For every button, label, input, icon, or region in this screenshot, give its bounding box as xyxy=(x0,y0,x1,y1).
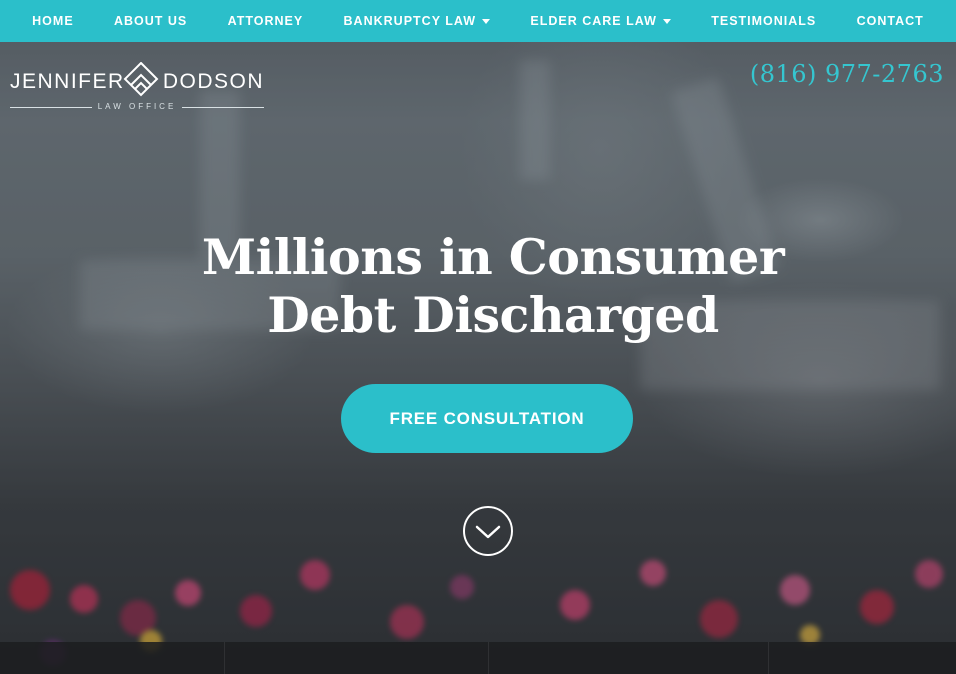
nav-item-label: TESTIMONIALS xyxy=(711,14,817,28)
main-nav: HOME ABOUT US ATTORNEY BANKRUPTCY LAW EL… xyxy=(0,0,956,42)
nav-item-about-us[interactable]: ABOUT US xyxy=(114,14,187,28)
hero-headline-line-2: Debt Discharged xyxy=(267,286,719,344)
nav-item-label: ELDER CARE LAW xyxy=(530,14,657,28)
diamond-logo-icon xyxy=(123,62,159,97)
nav-item-testimonials[interactable]: TESTIMONIALS xyxy=(711,14,816,28)
nav-item-home[interactable]: HOME xyxy=(32,14,74,28)
strip-divider xyxy=(768,642,769,674)
phone-number-link[interactable]: (816) 977-2763 xyxy=(750,60,944,88)
scroll-down-button[interactable] xyxy=(463,506,513,556)
logo-name-left: JENNIFER xyxy=(10,70,125,93)
nav-item-label: ABOUT US xyxy=(113,14,188,28)
nav-item-label: CONTACT xyxy=(856,14,924,28)
caret-down-icon xyxy=(662,18,671,24)
nav-item-attorney[interactable]: ATTORNEY xyxy=(228,14,304,28)
logo-name-right: DODSON xyxy=(162,70,264,93)
nav-item-bankruptcy-law[interactable]: BANKRUPTCY LAW xyxy=(344,14,491,28)
nav-item-contact[interactable]: CONTACT xyxy=(857,14,924,28)
logo-subtitle: LAW OFFICE xyxy=(97,102,177,111)
nav-item-label: BANKRUPTCY LAW xyxy=(343,14,477,28)
caret-down-icon xyxy=(482,18,491,24)
nav-item-label: HOME xyxy=(32,14,74,28)
chevron-down-icon xyxy=(475,525,501,539)
hero-headline: Millions in Consumer Debt Discharged xyxy=(0,228,956,344)
nav-item-elder-care-law[interactable]: ELDER CARE LAW xyxy=(530,14,671,28)
site-logo[interactable]: JENNIFER DODSON LAW OFFICE xyxy=(10,62,264,114)
free-consultation-button[interactable]: FREE CONSULTATION xyxy=(341,384,633,453)
strip-divider xyxy=(488,642,489,674)
nav-item-label: ATTORNEY xyxy=(227,14,304,28)
hero-headline-line-1: Millions in Consumer xyxy=(201,228,785,286)
strip-divider xyxy=(224,642,225,674)
bottom-feature-strip xyxy=(0,642,956,674)
